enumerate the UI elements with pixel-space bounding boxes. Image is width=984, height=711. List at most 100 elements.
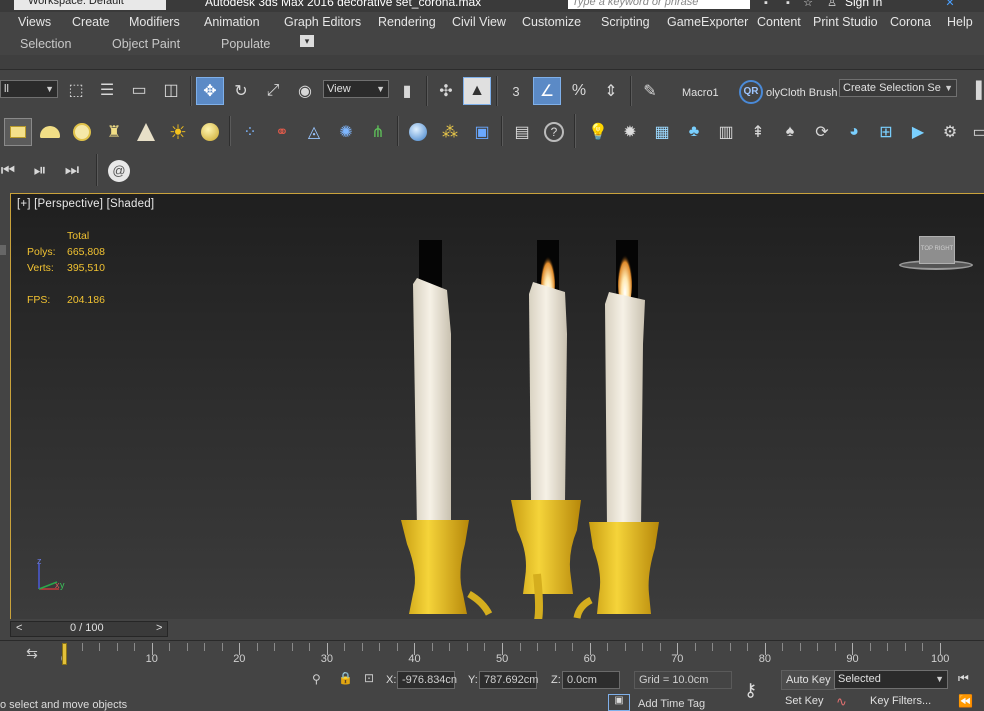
menu-content[interactable]: Content: [757, 15, 801, 29]
x-icon[interactable]: ✕: [944, 0, 956, 9]
spiral-icon[interactable]: @: [105, 157, 133, 185]
lock-icon[interactable]: 🔒: [338, 671, 353, 685]
menu-create[interactable]: Create: [72, 15, 110, 29]
select-by-name-icon[interactable]: ☰: [93, 76, 121, 104]
menu-modifiers[interactable]: Modifiers: [129, 15, 180, 29]
menu-animation[interactable]: Animation: [204, 15, 260, 29]
menu-views[interactable]: Views: [18, 15, 51, 29]
spinner-snap-icon[interactable]: ⇕: [597, 77, 625, 105]
percent-snap-icon[interactable]: %: [565, 77, 593, 105]
camera-icon[interactable]: ▦: [648, 118, 676, 146]
molecule-icon[interactable]: ⚭: [268, 118, 296, 146]
circle-icon[interactable]: [68, 118, 96, 146]
menu-corona[interactable]: Corona: [890, 15, 931, 29]
render-sphere-icon[interactable]: [404, 118, 432, 146]
gear-icon[interactable]: ✺: [332, 118, 360, 146]
grass-icon[interactable]: ⋔: [364, 118, 392, 146]
menu-rendering[interactable]: Rendering: [378, 15, 436, 29]
angle-snap-icon[interactable]: ∠: [533, 77, 561, 105]
trees-icon[interactable]: ♣: [680, 118, 708, 146]
particles-icon[interactable]: ⁘: [236, 118, 264, 146]
prev-frame-icon[interactable]: ⏪: [958, 694, 973, 708]
clipboard-icon[interactable]: ▤: [508, 118, 536, 146]
candles-scene[interactable]: [381, 234, 681, 619]
video-icon[interactable]: ▶: [904, 118, 932, 146]
pine-tree-icon[interactable]: ♠: [776, 118, 804, 146]
select-scale-icon[interactable]: ⤢: [259, 77, 287, 105]
user-icon[interactable]: ♙: [826, 0, 838, 9]
manipulate-icon[interactable]: ✣: [432, 77, 460, 105]
viewport-label[interactable]: [+] [Perspective] [Shaded]: [17, 198, 154, 210]
lightbulb-icon[interactable]: 💡: [584, 118, 612, 146]
render-frame-icon[interactable]: ▣: [468, 118, 496, 146]
key-icon[interactable]: ⚷: [744, 680, 757, 701]
key-mode-dropdown[interactable]: Selected ▼: [834, 670, 948, 689]
set-key-button[interactable]: Set Key: [781, 692, 828, 711]
mirror-icon[interactable]: ▐: [962, 77, 984, 105]
hemisphere-icon[interactable]: [36, 118, 64, 146]
snaps-toggle-icon[interactable]: 3: [502, 77, 530, 105]
curve-editor-icon[interactable]: ⇆: [22, 645, 42, 663]
menu-gameexporter[interactable]: GameExporter: [667, 15, 748, 29]
sun-icon[interactable]: ☀: [164, 118, 192, 146]
keyboard-shortcut-override-icon[interactable]: ▲: [463, 77, 491, 105]
box-icon[interactable]: ▭: [966, 118, 984, 146]
rect-selection-icon[interactable]: ▭: [125, 76, 153, 104]
cone-icon[interactable]: [132, 118, 160, 146]
add-time-tag-label[interactable]: Add Time Tag: [638, 698, 705, 710]
workspace-dropdown[interactable]: Workspace: Default: [14, 0, 166, 10]
y-coordinate-field[interactable]: 787.692cm: [479, 671, 538, 689]
absolute-mode-icon[interactable]: ⊡: [364, 671, 378, 685]
globe-icon[interactable]: ◕: [840, 118, 868, 146]
selection-filter-dropdown[interactable]: ll ▼: [0, 80, 58, 98]
z-coordinate-field[interactable]: 0.0cm: [562, 671, 620, 689]
select-object-icon[interactable]: ⬚: [62, 76, 90, 104]
timeline-ruler[interactable]: 0102030405060708090100: [60, 641, 950, 669]
menu-help[interactable]: Help: [947, 15, 973, 29]
list-icon[interactable]: ▥: [712, 118, 740, 146]
tab-populate[interactable]: Populate: [221, 37, 270, 51]
strip-handle[interactable]: [0, 245, 6, 255]
x-coordinate-field[interactable]: -976.834cn: [397, 671, 457, 689]
settings-icon[interactable]: ⚙: [936, 118, 964, 146]
candle-middle[interactable]: [511, 240, 581, 619]
help-icon[interactable]: ?: [540, 118, 568, 146]
trackbar[interactable]: ⇆ 0102030405060708090100: [0, 640, 984, 668]
time-tag-icon[interactable]: ▣: [608, 694, 630, 711]
sign-in-link[interactable]: Sign In: [845, 0, 882, 9]
tab-selection[interactable]: Selection: [20, 37, 71, 51]
window-crossing-icon[interactable]: ◫: [157, 76, 185, 104]
omni-light-icon[interactable]: ✹: [616, 118, 644, 146]
select-move-icon[interactable]: ✥: [196, 77, 224, 105]
time-next-button[interactable]: >: [156, 622, 162, 634]
play-anim-icon[interactable]: ⏯: [26, 157, 54, 185]
pyramid-icon[interactable]: ◬: [300, 118, 328, 146]
time-slider[interactable]: < 0 / 100 >: [10, 621, 984, 638]
menu-scripting[interactable]: Scripting: [601, 15, 650, 29]
reference-coordinate-dropdown[interactable]: View ▼: [323, 80, 389, 98]
edit-named-selection-icon[interactable]: ✎: [636, 77, 664, 105]
select-rotate-icon[interactable]: ↻: [227, 77, 255, 105]
refresh-icon[interactable]: ⟳: [808, 118, 836, 146]
ribbon-toggle-icon[interactable]: ▾: [300, 35, 314, 47]
polycloth-brush-label[interactable]: olyCloth Brush: [766, 87, 838, 99]
pin-icon[interactable]: ⚲: [312, 672, 324, 686]
key-curve-icon[interactable]: ∿: [836, 694, 847, 710]
frame-icon[interactable]: ⊞: [872, 118, 900, 146]
candle-left[interactable]: [401, 240, 493, 616]
pivot-center-icon[interactable]: ▮: [393, 77, 421, 105]
plane-icon[interactable]: [4, 118, 32, 146]
binoculars-icon[interactable]: ▪: [760, 0, 772, 9]
named-selection-dropdown[interactable]: Create Selection Se ▼: [839, 79, 957, 97]
tab-object-paint[interactable]: Object Paint: [112, 37, 180, 51]
qr-icon[interactable]: QR: [739, 80, 763, 104]
material-balls-icon[interactable]: ⁂: [436, 118, 464, 146]
macro-label[interactable]: Macro1: [682, 87, 719, 99]
menu-graph-editors[interactable]: Graph Editors: [284, 15, 361, 29]
sphere-icon[interactable]: [196, 118, 224, 146]
cart-icon[interactable]: ▪: [782, 0, 794, 9]
menu-print-studio[interactable]: Print Studio: [813, 15, 878, 29]
perspective-viewport[interactable]: [+] [Perspective] [Shaded] Total Polys: 6…: [10, 193, 984, 619]
menu-civil-view[interactable]: Civil View: [452, 15, 506, 29]
viewcube[interactable]: TOP RIGHT: [899, 236, 973, 274]
